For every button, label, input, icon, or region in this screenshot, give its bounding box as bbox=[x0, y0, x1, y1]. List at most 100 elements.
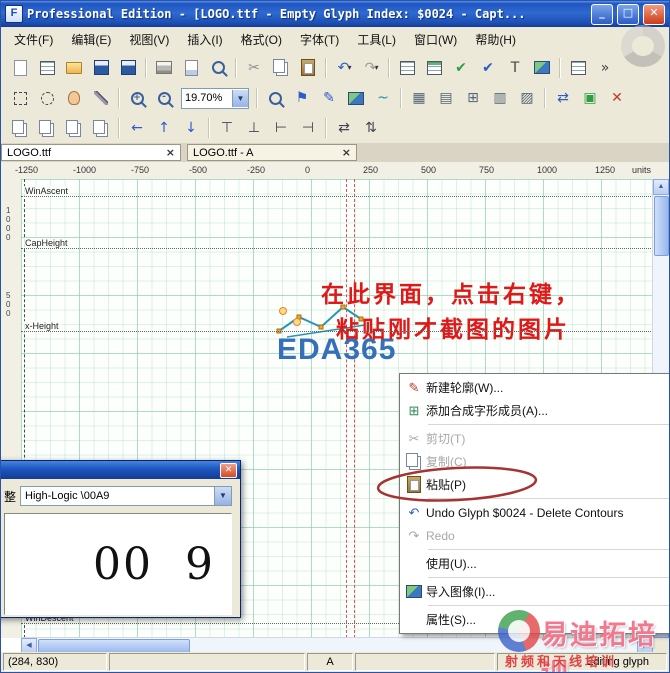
status-panel-empty-2 bbox=[355, 653, 495, 671]
toolbar-separator bbox=[118, 88, 120, 108]
split-contour-button[interactable]: ⇄ bbox=[550, 85, 576, 111]
tab-logo-ttf[interactable]: LOGO.ttf × bbox=[1, 144, 181, 161]
minimize-button[interactable]: _ bbox=[591, 3, 613, 25]
vertical-scroll-thumb[interactable] bbox=[654, 196, 669, 256]
find-button[interactable] bbox=[205, 55, 231, 81]
menubar-item-2[interactable]: 视图(V) bbox=[120, 28, 178, 51]
toolbar-overflow-button[interactable]: » bbox=[592, 55, 618, 81]
transform-copy-3-button[interactable] bbox=[61, 115, 87, 141]
combobox-arrow-icon[interactable]: ▼ bbox=[214, 487, 231, 505]
lasso-tool-button[interactable] bbox=[34, 85, 60, 111]
open-button[interactable] bbox=[61, 55, 87, 81]
flip-horizontal-button[interactable]: ⇄ bbox=[331, 115, 357, 141]
copy-button-icon bbox=[273, 59, 285, 73]
menubar-item-1[interactable]: 编辑(E) bbox=[62, 28, 120, 51]
menubar-item-0[interactable]: 文件(F) bbox=[5, 28, 62, 51]
copy-button[interactable] bbox=[268, 55, 294, 81]
print-button[interactable] bbox=[151, 55, 177, 81]
tab-close-icon[interactable]: × bbox=[166, 146, 175, 159]
snap-to-grid-button[interactable]: ▨ bbox=[514, 85, 540, 111]
insert-characters-button[interactable] bbox=[421, 55, 447, 81]
toolbar-separator bbox=[325, 118, 327, 138]
align-bottom-button[interactable]: ⊥ bbox=[241, 115, 267, 141]
menu-item-paste[interactable]: 粘贴(P) bbox=[402, 473, 669, 496]
tab-close-icon[interactable]: × bbox=[342, 146, 351, 159]
title-bar[interactable]: F Professional Edition - [LOGO.ttf - Emp… bbox=[1, 1, 669, 27]
zoom-dropdown-arrow-icon[interactable]: ▼ bbox=[232, 89, 248, 107]
draw-contour-button[interactable]: ✎ bbox=[316, 85, 342, 111]
menu-item-redo-icon: ↷ bbox=[408, 527, 420, 543]
zoom-to-selection-button[interactable] bbox=[262, 85, 288, 111]
font-combobox[interactable]: High-Logic \00A9 ▼ bbox=[20, 486, 232, 506]
flag-button[interactable]: ⚑ bbox=[289, 85, 315, 111]
align-top-button[interactable]: ⊤ bbox=[214, 115, 240, 141]
overview-button[interactable] bbox=[394, 55, 420, 81]
show-points-button[interactable]: ⊞ bbox=[460, 85, 486, 111]
glyph-grid-button[interactable] bbox=[34, 55, 60, 81]
save-all-button[interactable] bbox=[115, 55, 141, 81]
flip-vertical-button[interactable]: ⇅ bbox=[358, 115, 384, 141]
status-coordinates: (284, 830) bbox=[3, 653, 107, 671]
knife-tool-button[interactable] bbox=[88, 85, 114, 111]
font-properties-button[interactable]: T bbox=[502, 55, 528, 81]
pan-tool-button[interactable] bbox=[61, 85, 87, 111]
insert-image-button-icon bbox=[348, 91, 364, 105]
menubar-item-3[interactable]: 插入(I) bbox=[178, 28, 231, 51]
scroll-up-icon[interactable]: ▲ bbox=[653, 179, 669, 195]
menu-item-new-contour[interactable]: ✎ 新建轮廓(W)... bbox=[402, 376, 669, 399]
menubar-item-5[interactable]: 字体(T) bbox=[291, 28, 348, 51]
undo-button[interactable]: ↶ ▾ bbox=[331, 55, 357, 81]
nudge-up-button[interactable]: ↑ bbox=[151, 115, 177, 141]
save-all-button-icon bbox=[120, 60, 136, 75]
delete-contour-button[interactable]: ✕ bbox=[604, 85, 630, 111]
menu-item-use[interactable]: 使用(U)... bbox=[402, 552, 669, 575]
layout-button-icon bbox=[570, 60, 586, 75]
show-metrics-button[interactable]: ▥ bbox=[487, 85, 513, 111]
transform-copy-4-button[interactable] bbox=[88, 115, 114, 141]
align-right-button[interactable]: ⊣ bbox=[295, 115, 321, 141]
show-guidelines-button[interactable]: ▤ bbox=[433, 85, 459, 111]
join-contour-button[interactable]: ▣ bbox=[577, 85, 603, 111]
curve-tool-button[interactable]: ~ bbox=[370, 85, 396, 111]
cut-button[interactable]: ✂ bbox=[241, 55, 267, 81]
ruler-tick-label: 500 bbox=[421, 165, 437, 175]
save-button[interactable] bbox=[88, 55, 114, 81]
restore-button[interactable]: □ bbox=[617, 3, 639, 25]
validate-button[interactable]: ✔ bbox=[448, 55, 474, 81]
align-left-button[interactable]: ⊢ bbox=[268, 115, 294, 141]
select-tool-button[interactable] bbox=[7, 85, 33, 111]
menubar-item-4[interactable]: 格式(O) bbox=[232, 28, 291, 51]
menubar-item-8[interactable]: 帮助(H) bbox=[466, 28, 525, 51]
menu-item-add-composite-member[interactable]: ⊞ 添加合成字形成员(A)... bbox=[402, 399, 669, 422]
zoom-out-button[interactable] bbox=[151, 85, 177, 111]
print-preview-button[interactable] bbox=[178, 55, 204, 81]
snap-to-grid-button-icon: ▨ bbox=[520, 90, 534, 106]
zoom-combobox[interactable]: 19.70% ▼ bbox=[181, 87, 249, 109]
redo-button[interactable]: ↷ ▾ bbox=[358, 55, 384, 81]
dialog-title-bar[interactable]: ✕ bbox=[1, 461, 240, 479]
transform-copy-2-button[interactable] bbox=[34, 115, 60, 141]
nudge-down-button[interactable]: ↓ bbox=[178, 115, 204, 141]
show-grid-button[interactable]: ▦ bbox=[406, 85, 432, 111]
menubar-item-7[interactable]: 窗口(W) bbox=[405, 28, 466, 51]
close-button[interactable]: ✕ bbox=[643, 3, 665, 25]
layout-button[interactable] bbox=[565, 55, 591, 81]
paste-button[interactable] bbox=[295, 55, 321, 81]
menubar-item-6[interactable]: 工具(L) bbox=[348, 28, 405, 51]
app-icon: F bbox=[5, 5, 23, 23]
insert-image-button[interactable] bbox=[343, 85, 369, 111]
image-tool-button[interactable] bbox=[529, 55, 555, 81]
new-button[interactable] bbox=[7, 55, 33, 81]
save-button-icon bbox=[93, 60, 109, 75]
zoom-in-button[interactable] bbox=[124, 85, 150, 111]
dialog-close-button[interactable]: ✕ bbox=[220, 462, 237, 478]
menu-item-undo[interactable]: ↶ Undo Glyph $0024 - Delete Contours bbox=[402, 501, 669, 524]
test-font-button[interactable]: ✔ bbox=[475, 55, 501, 81]
menu-item-import-image[interactable]: 导入图像(I)... bbox=[402, 580, 669, 603]
context-menu-label: 复制(C) bbox=[426, 455, 467, 469]
transform-copy-3-button-icon bbox=[66, 119, 78, 134]
nudge-left-button[interactable]: ← bbox=[124, 115, 150, 141]
tab-logo-ttf-a[interactable]: LOGO.ttf - A × bbox=[187, 144, 357, 161]
transform-copy-1-button[interactable] bbox=[7, 115, 33, 141]
metric-line-winascent: WinAscent bbox=[21, 186, 653, 197]
